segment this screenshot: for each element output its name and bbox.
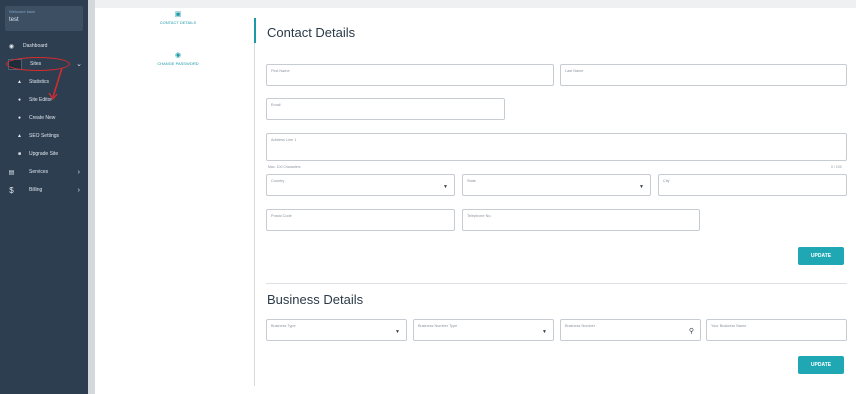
section-divider [266, 283, 847, 284]
business-update-button[interactable]: UPDATE [798, 356, 844, 374]
dollar-icon: $ [9, 185, 14, 195]
sidebar-item-label: Site Editor [29, 97, 53, 103]
sidebar-item-label: Create New [29, 115, 56, 121]
field-label: Telephone No. [467, 214, 492, 218]
field-label: Email [271, 103, 281, 107]
field-label: Address Line 1 [271, 138, 297, 142]
field-label: Business Number Type [418, 324, 458, 328]
lock-icon: ◉ [174, 52, 182, 59]
id-card-icon: ▣ [174, 11, 182, 18]
field-label: Business Number [565, 324, 595, 328]
field-label: Business Type [271, 324, 296, 328]
address-line-1-field[interactable]: Address Line 1 [266, 133, 847, 161]
tab-divider [254, 18, 255, 386]
user-name: test [9, 17, 19, 23]
chart-icon: ▲ [17, 79, 22, 85]
sidebar-item-billing[interactable]: $ Billing › [0, 184, 88, 196]
business-name-field[interactable]: Your Business Name [706, 319, 847, 341]
palette-icon: ◉ [8, 43, 15, 50]
server-icon: ▤ [8, 169, 15, 176]
postal-code-field[interactable]: Postal Code [266, 209, 455, 231]
field-label: Country [271, 179, 285, 183]
edit-icon: ● [17, 97, 22, 103]
seo-icon: ▲ [17, 133, 22, 139]
plus-icon: ● [17, 115, 22, 121]
telephone-field[interactable]: Telephone No. [462, 209, 700, 231]
tab-label: CONTACT DETAILS [159, 20, 197, 25]
chevron-down-icon: ⌄ [76, 61, 82, 68]
sidebar-item-label: Statistics [29, 79, 50, 85]
state-select[interactable]: State ▼ [462, 174, 651, 196]
email-field[interactable]: Email [266, 98, 505, 120]
contact-details-title: Contact Details [267, 25, 356, 40]
sidebar-item-site-editor[interactable]: ● Site Editor [0, 94, 88, 106]
sidebar-item-create-new[interactable]: ● Create New [0, 112, 88, 124]
field-label: Postal Code [271, 214, 292, 218]
caret-down-icon: ▼ [639, 184, 644, 190]
sidebar-item-statistics[interactable]: ▲ Statistics [0, 76, 88, 88]
tab-change-password[interactable]: ◉ CHANGE PASSWORD [118, 51, 238, 66]
sidebar-item-label: SEO Settings [29, 133, 60, 139]
address-helper-text: Max. 100 Characters [268, 165, 301, 169]
sidebar-edge [88, 0, 95, 394]
sidebar-item-label: Dashboard [23, 43, 48, 49]
business-number-field[interactable]: Business Number ⚲ [560, 319, 701, 341]
chevron-right-icon: › [77, 168, 80, 176]
city-field[interactable]: City [658, 174, 847, 196]
sidebar-item-upgrade-site[interactable]: ■ Upgrade Site [0, 148, 88, 160]
tab-active-indicator [254, 18, 256, 43]
sidebar-item-label: Services [29, 169, 49, 175]
top-bar [95, 0, 856, 8]
sidebar-item-services[interactable]: ▤ Services › [0, 166, 88, 178]
user-greeting: Welcome back [9, 9, 36, 14]
field-label: Last Name [565, 69, 584, 73]
tab-label: CHANGE PASSWORD [157, 61, 199, 66]
address-char-count: 0 / 100 [831, 165, 842, 169]
country-select[interactable]: Country ▼ [266, 174, 455, 196]
caret-down-icon: ▼ [542, 329, 547, 335]
sidebar-item-seo-settings[interactable]: ▲ SEO Settings [0, 130, 88, 142]
business-details-title: Business Details [267, 292, 364, 307]
field-label: State [467, 179, 476, 183]
field-label: First Name [271, 69, 290, 73]
annotation-ellipse [6, 57, 70, 71]
user-box[interactable]: Welcome back test [5, 6, 83, 31]
contact-update-button[interactable]: UPDATE [798, 247, 844, 265]
sidebar-item-label: Upgrade Site [29, 151, 59, 157]
first-name-field[interactable]: First Name [266, 64, 554, 86]
caret-down-icon: ▼ [443, 184, 448, 190]
field-label: Your Business Name [711, 324, 747, 328]
business-type-select[interactable]: Business Type ▼ [266, 319, 407, 341]
tab-contact-details[interactable]: ▣ CONTACT DETAILS [118, 10, 238, 25]
sidebar-item-label: Billing [29, 187, 43, 193]
sidebar: Welcome back test ◉ Dashboard Sites ⌄ ▲ … [0, 0, 88, 394]
upgrade-icon: ■ [17, 151, 22, 157]
field-label: City [663, 179, 670, 183]
chevron-right-icon: › [77, 186, 80, 194]
last-name-field[interactable]: Last Name [560, 64, 847, 86]
search-icon[interactable]: ⚲ [689, 327, 694, 335]
business-number-type-select[interactable]: Business Number Type ▼ [413, 319, 554, 341]
sidebar-item-dashboard[interactable]: ◉ Dashboard [0, 40, 88, 52]
caret-down-icon: ▼ [395, 329, 400, 335]
